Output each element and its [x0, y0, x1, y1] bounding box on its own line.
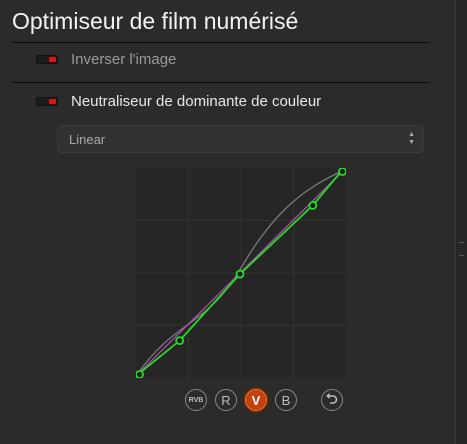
- module-panel: Optimiseur de film numérisé Inverser l'i…: [0, 0, 456, 444]
- curve-point[interactable]: [175, 336, 185, 346]
- interpolation-select[interactable]: Linear ▲ ▼: [57, 125, 424, 153]
- curve-point[interactable]: [338, 168, 346, 176]
- invert-image-label: Inverser l'image: [71, 50, 177, 68]
- section-divider: [12, 82, 430, 83]
- channel-v-button[interactable]: V: [245, 389, 267, 411]
- toggle-knob: [49, 98, 56, 104]
- vertical-scrollbar[interactable]: [456, 0, 467, 444]
- channel-r-button[interactable]: R: [215, 389, 237, 411]
- reset-curve-button[interactable]: [321, 389, 343, 411]
- channel-rvb-button[interactable]: RVB: [185, 389, 207, 411]
- curve-point[interactable]: [136, 370, 144, 378]
- select-arrows-icon: ▲ ▼: [408, 131, 415, 146]
- invert-image-row[interactable]: Inverser l'image: [36, 46, 176, 72]
- color-cast-toggle[interactable]: [36, 96, 58, 106]
- invert-image-toggle[interactable]: [36, 54, 58, 64]
- color-cast-row[interactable]: Neutraliseur de dominante de couleur: [36, 88, 321, 114]
- curve-point[interactable]: [235, 269, 245, 279]
- curve-editor[interactable]: [136, 168, 346, 378]
- undo-icon: [326, 393, 338, 404]
- scroll-grip[interactable]: [459, 242, 464, 256]
- module-title: Optimiseur de film numérisé: [12, 8, 299, 34]
- interpolation-value: Linear: [69, 132, 106, 147]
- color-cast-label: Neutraliseur de dominante de couleur: [71, 92, 322, 110]
- toggle-knob: [49, 56, 56, 62]
- title-divider: [12, 42, 430, 43]
- channel-b-button[interactable]: B: [275, 389, 297, 411]
- curve-point[interactable]: [308, 201, 318, 210]
